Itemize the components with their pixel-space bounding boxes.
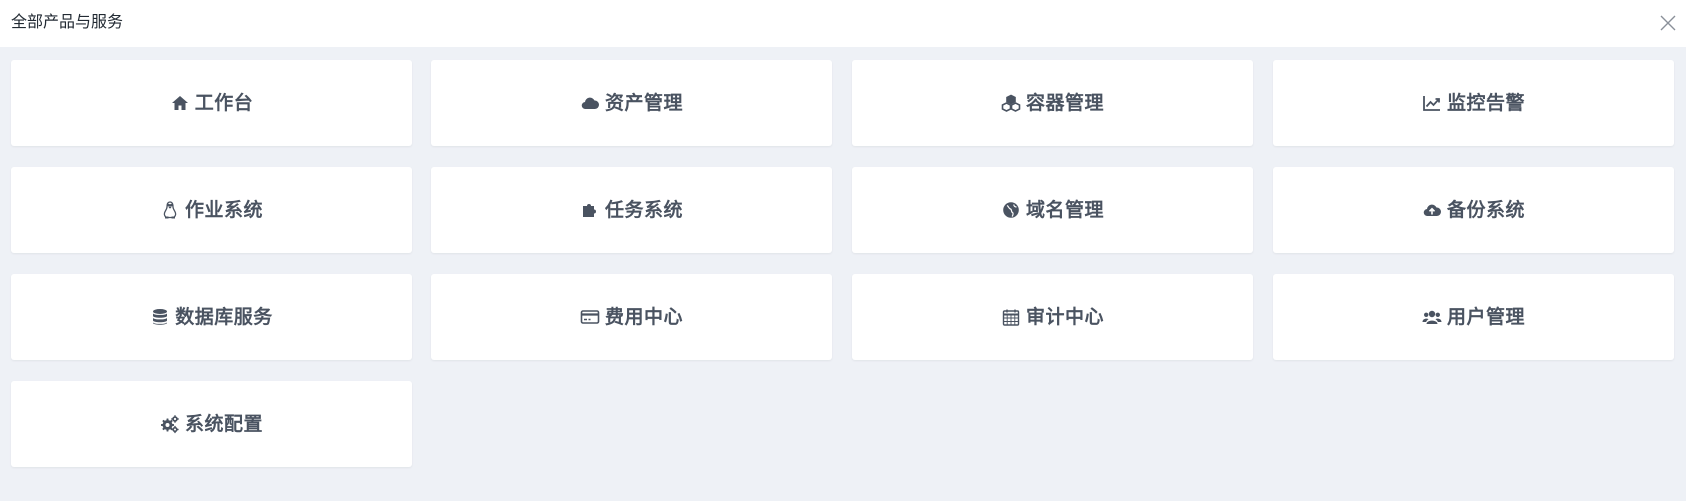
product-card-jobs[interactable]: 作业系统 xyxy=(11,167,412,253)
product-card-domains[interactable]: 域名管理 xyxy=(852,167,1253,253)
product-label: 审计中心 xyxy=(1025,306,1104,328)
product-card-database[interactable]: 数据库服务 xyxy=(11,274,412,360)
product-card-assets[interactable]: 资产管理 xyxy=(431,60,832,146)
product-label: 域名管理 xyxy=(1025,199,1104,221)
home-icon xyxy=(170,93,190,113)
product-label: 资产管理 xyxy=(604,92,683,114)
users-icon xyxy=(1422,307,1442,327)
product-card-settings[interactable]: 系统配置 xyxy=(11,381,412,467)
product-label: 数据库服务 xyxy=(175,306,273,328)
product-label: 任务系统 xyxy=(604,199,683,221)
product-card-backup[interactable]: 备份系统 xyxy=(1273,167,1674,253)
product-card-workbench[interactable]: 工作台 xyxy=(11,60,412,146)
product-label: 用户管理 xyxy=(1446,306,1525,328)
database-icon xyxy=(150,307,170,327)
gears-icon xyxy=(160,414,180,434)
product-label: 费用中心 xyxy=(604,306,683,328)
product-label: 工作台 xyxy=(194,92,254,114)
cloud-icon xyxy=(580,93,600,113)
linux-icon xyxy=(160,200,180,220)
product-label: 监控告警 xyxy=(1446,92,1525,114)
globe-icon xyxy=(1001,200,1021,220)
product-card-users[interactable]: 用户管理 xyxy=(1273,274,1674,360)
product-label: 备份系统 xyxy=(1446,199,1525,221)
cubes-icon xyxy=(1001,93,1021,113)
product-card-monitoring[interactable]: 监控告警 xyxy=(1273,60,1674,146)
line-chart-icon xyxy=(1422,93,1442,113)
product-card-containers[interactable]: 容器管理 xyxy=(852,60,1253,146)
product-card-tasks[interactable]: 任务系统 xyxy=(431,167,832,253)
product-label: 容器管理 xyxy=(1025,92,1104,114)
product-grid: 工作台 资产管理 容器管理 监控告警 作业系统 任务系统 域名管理 备份系统 数… xyxy=(0,0,1686,501)
product-label: 作业系统 xyxy=(184,199,263,221)
puzzle-icon xyxy=(580,200,600,220)
credit-card-icon xyxy=(580,307,600,327)
product-card-audit[interactable]: 审计中心 xyxy=(852,274,1253,360)
product-card-billing[interactable]: 费用中心 xyxy=(431,274,832,360)
product-label: 系统配置 xyxy=(184,413,263,435)
cloud-upload-icon xyxy=(1422,200,1442,220)
calendar-icon xyxy=(1001,307,1021,327)
